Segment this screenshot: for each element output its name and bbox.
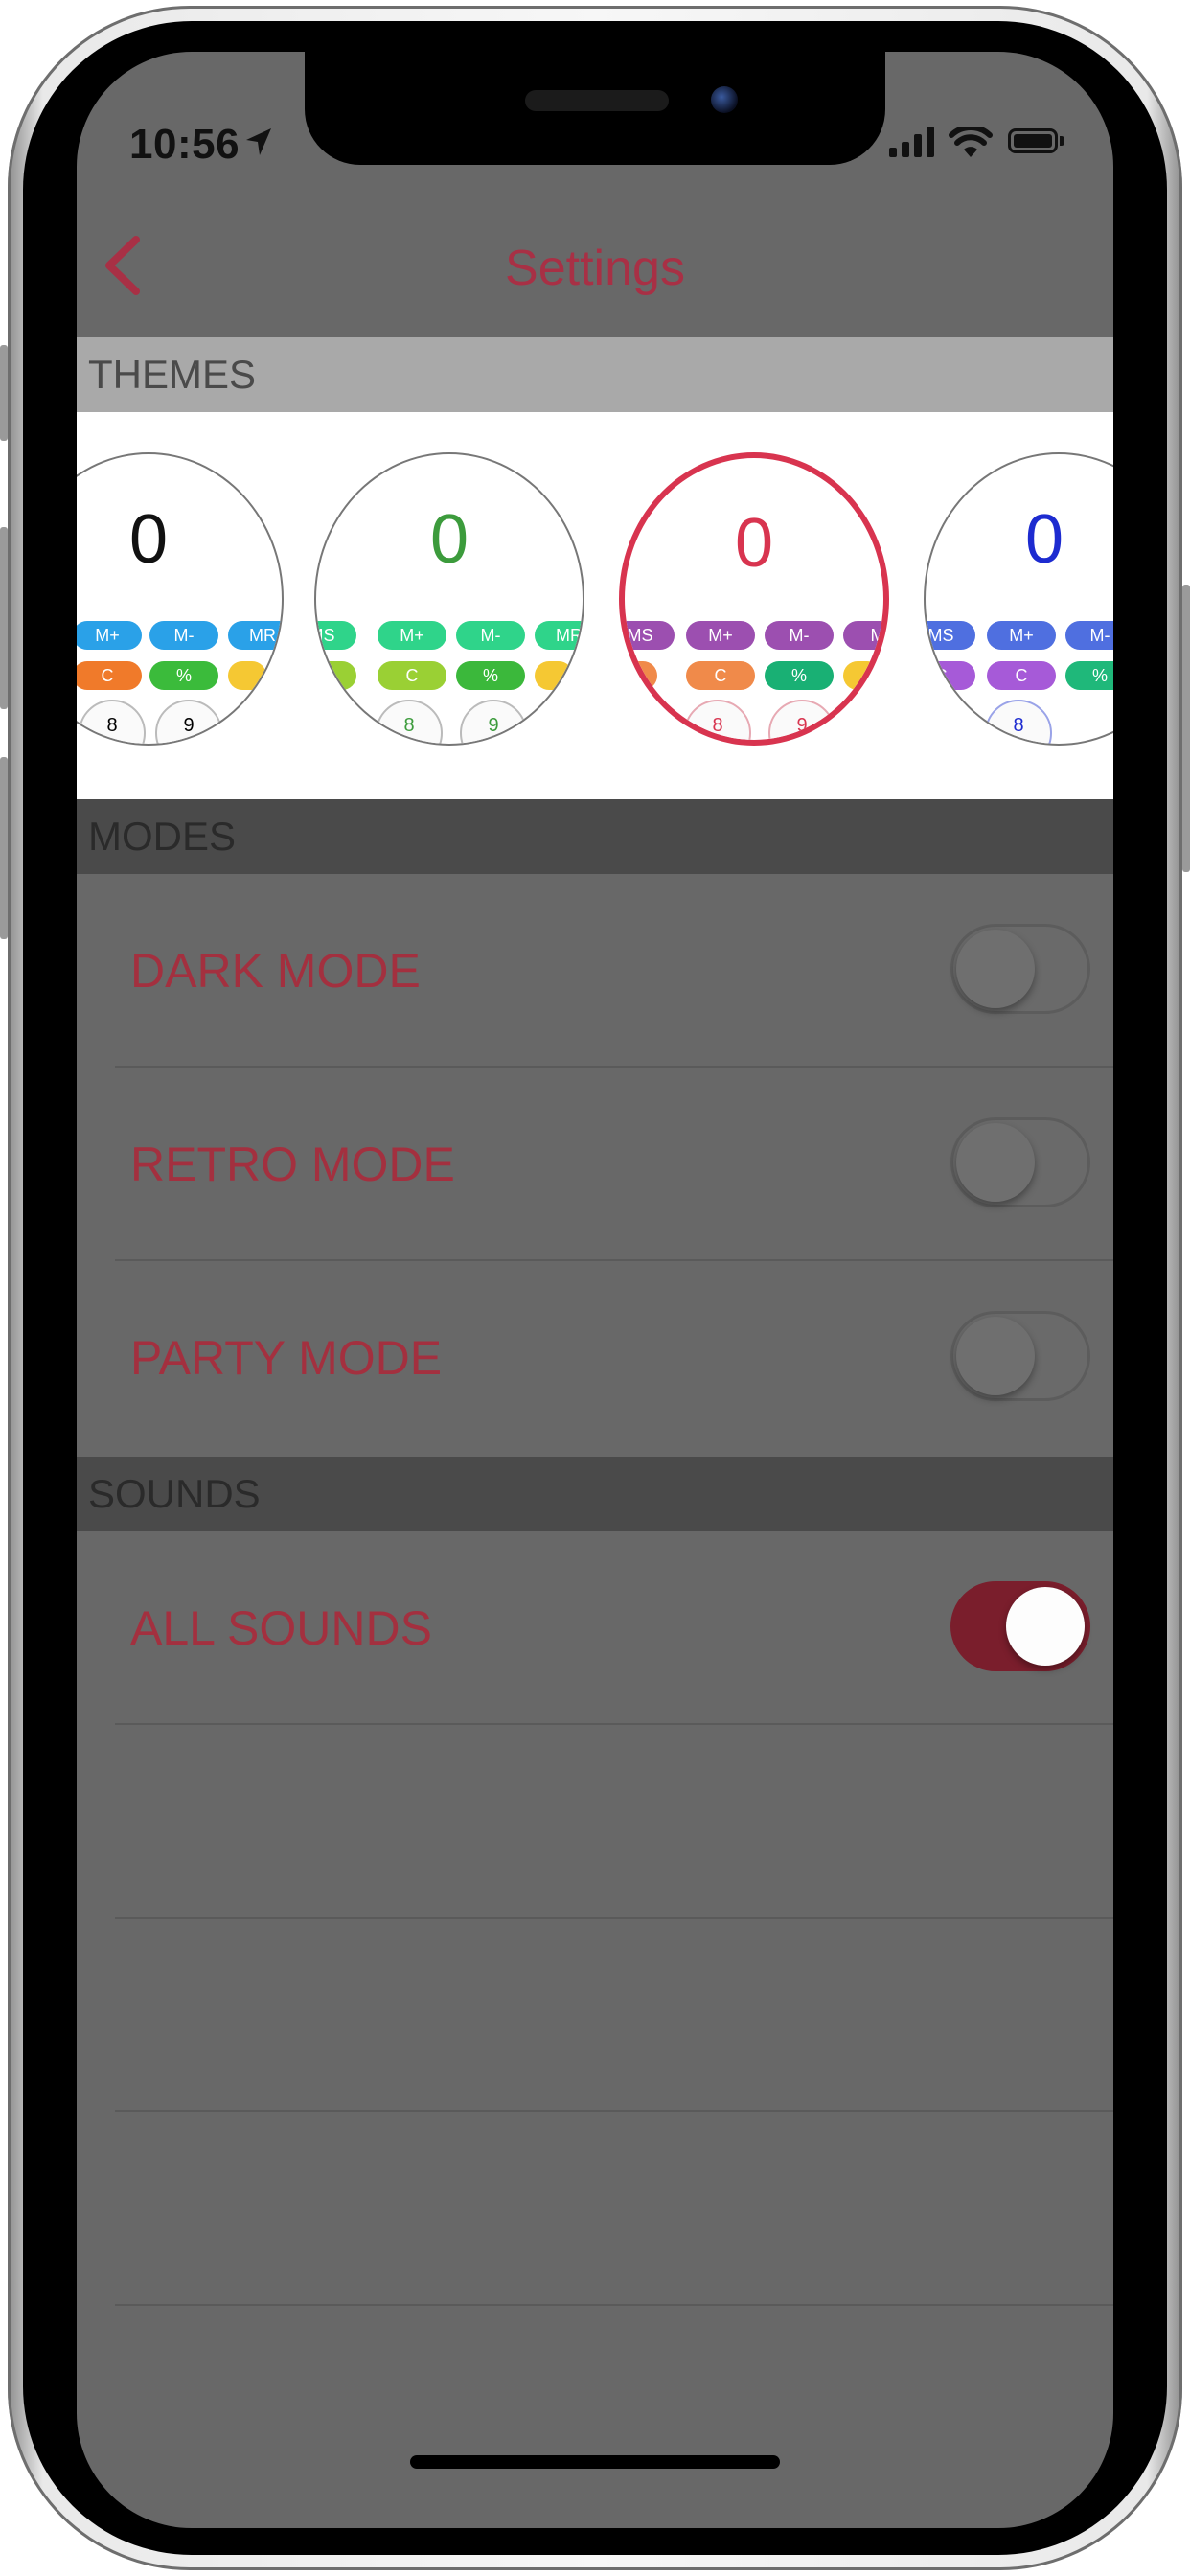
theme-pill: MS [316, 621, 356, 650]
empty-row [77, 1725, 1113, 1919]
theme-pill: MS [625, 621, 675, 650]
theme-key: 8 [79, 700, 146, 744]
volume-up-button [0, 527, 8, 709]
section-header-modes: MODES [77, 799, 1113, 874]
front-camera [711, 86, 738, 113]
theme-pill: M+ [987, 621, 1056, 650]
wifi-icon [949, 126, 993, 157]
party-mode-toggle[interactable] [950, 1311, 1090, 1401]
row-all-sounds: ALL SOUNDS [77, 1531, 1113, 1725]
theme-pill: C [77, 661, 142, 690]
section-header-themes: THEMES [77, 337, 1113, 412]
theme-pill: M- [456, 621, 525, 650]
theme-pill: C [316, 661, 356, 690]
volume-down-button [0, 757, 8, 939]
power-button [1182, 585, 1190, 872]
theme-key: 9 [155, 700, 222, 744]
row-retro-mode: RETRO MODE [77, 1068, 1113, 1261]
theme-preview-circle: 0 MS M+ M- M C % 8 9 [619, 452, 889, 746]
theme-pill: M+ [378, 621, 446, 650]
theme-pill: MR [228, 621, 282, 650]
theme-preview-circle: 0 M+ M- MR C % 8 9 [77, 452, 284, 746]
theme-key: 9 [460, 700, 527, 744]
theme-pill [843, 661, 881, 690]
themes-carousel[interactable]: 0 M+ M- MR C % 8 9 0 MS M+ M- MR C C % [77, 412, 1113, 799]
speaker-grille [525, 90, 669, 111]
theme-pill [625, 661, 657, 690]
status-time: 10:56 [129, 121, 240, 168]
theme-display-value: 0 [1024, 501, 1064, 578]
theme-pill: C [378, 661, 446, 690]
home-indicator[interactable] [410, 2455, 780, 2469]
theme-key: 9 [768, 700, 835, 740]
theme-pill: % [1065, 661, 1113, 690]
empty-row [77, 1919, 1113, 2112]
retro-mode-toggle[interactable] [950, 1117, 1090, 1208]
theme-display-value: 0 [734, 505, 774, 582]
location-arrow-icon [246, 128, 271, 155]
dark-mode-label: DARK MODE [130, 944, 421, 998]
section-header-sounds: SOUNDS [77, 1457, 1113, 1531]
theme-pill: % [765, 661, 834, 690]
navigation-bar: Settings [77, 186, 1113, 337]
mute-switch [0, 345, 8, 441]
theme-option-1[interactable]: 0 M+ M- MR C % 8 9 [77, 452, 287, 749]
theme-option-4[interactable]: 0 MS M+ M- C C % 8 [924, 452, 1113, 749]
notch [305, 52, 885, 165]
empty-row [77, 2112, 1113, 2306]
row-party-mode: PARTY MODE [77, 1261, 1113, 1455]
theme-preview-circle: 0 MS M+ M- MR C C % 8 9 [314, 452, 584, 746]
theme-pill: M- [1065, 621, 1113, 650]
all-sounds-toggle[interactable] [950, 1581, 1090, 1671]
theme-pill: M- [765, 621, 834, 650]
page-title: Settings [505, 241, 685, 296]
theme-pill: % [456, 661, 525, 690]
theme-display-value: 0 [429, 501, 469, 578]
retro-mode-label: RETRO MODE [130, 1138, 455, 1191]
toggle-knob [956, 1123, 1035, 1202]
battery-icon [1008, 128, 1058, 153]
theme-pill: % [149, 661, 218, 690]
toggle-knob [956, 1317, 1035, 1395]
row-separator [115, 2304, 1113, 2306]
theme-pill: M+ [77, 621, 142, 650]
all-sounds-label: ALL SOUNDS [130, 1601, 432, 1655]
battery-cap [1060, 136, 1064, 146]
row-dark-mode: DARK MODE [77, 874, 1113, 1068]
party-mode-label: PARTY MODE [130, 1331, 443, 1385]
theme-pill: M [843, 621, 883, 650]
theme-pill: M- [149, 621, 218, 650]
theme-key: 8 [985, 700, 1052, 744]
status-bar: 10:56 [77, 52, 1113, 186]
theme-option-2[interactable]: 0 MS M+ M- MR C C % 8 9 [314, 452, 588, 749]
theme-pill [535, 661, 573, 690]
toggle-knob [956, 930, 1035, 1008]
theme-pill [228, 661, 266, 690]
theme-key: 8 [684, 700, 751, 740]
theme-pill: C [987, 661, 1056, 690]
cellular-signal-icon [889, 126, 934, 157]
toggle-knob [1006, 1587, 1085, 1666]
theme-pill: MS [926, 621, 975, 650]
screen: 10:56 Settings THEMES 0 M+ M- MR C % 8 9… [77, 52, 1113, 2528]
theme-display-value: 0 [128, 501, 169, 578]
theme-pill: C [926, 661, 975, 690]
theme-pill: C [686, 661, 755, 690]
theme-key: 8 [376, 700, 443, 744]
theme-pill: M+ [686, 621, 755, 650]
dark-mode-toggle[interactable] [950, 924, 1090, 1014]
theme-preview-circle: 0 MS M+ M- C C % 8 [924, 452, 1113, 746]
theme-option-3-selected[interactable]: 0 MS M+ M- M C % 8 9 [619, 452, 893, 749]
theme-pill: MR [535, 621, 583, 650]
